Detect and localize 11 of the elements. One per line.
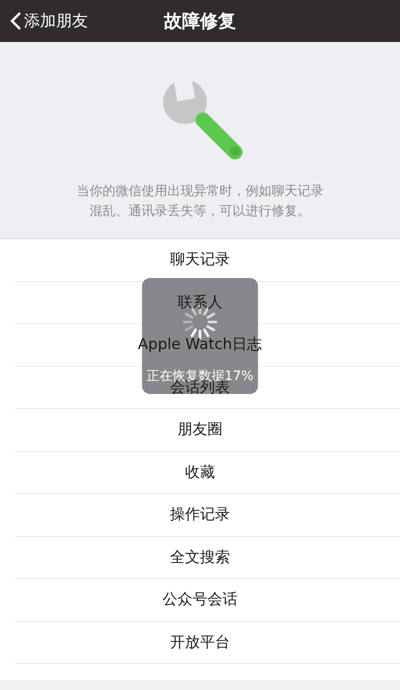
repair-option[interactable]: 操作记录 <box>170 505 230 524</box>
description-text: 当你的微信使用出现异常时，例如聊天记录混乱、通讯录丢失等，可以进行修复。 <box>76 183 324 221</box>
repair-option[interactable]: 朋友圈 <box>178 420 222 440</box>
repair-option[interactable]: 公众号会话 <box>162 590 238 610</box>
repair-option[interactable]: 联系人 <box>178 292 222 312</box>
back-button[interactable]: 添加朋友 <box>0 10 88 32</box>
repair-option[interactable]: 全文搜索 <box>170 548 230 567</box>
repair-option[interactable]: 开放平台 <box>170 632 230 652</box>
repair-option[interactable]: 收藏 <box>185 462 215 482</box>
page-title: 故障修复 <box>164 10 236 33</box>
repair-option[interactable]: 聊天记录 <box>170 250 230 270</box>
